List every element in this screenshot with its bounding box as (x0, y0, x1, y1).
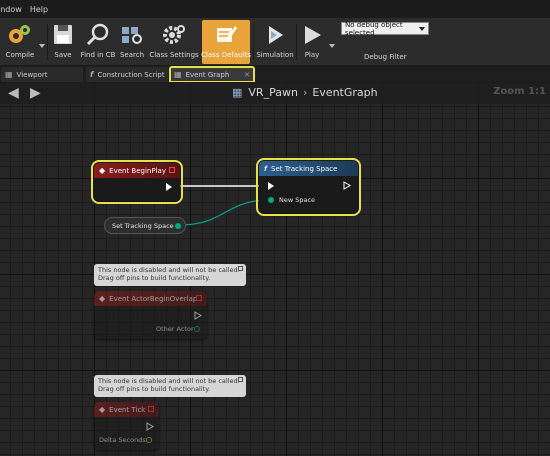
event-tick-header: ◆ Event Tick (94, 402, 159, 417)
find-in-cb-icon (85, 22, 111, 48)
class-defaults-label: Class Defaults (201, 51, 251, 59)
function-icon: f (264, 164, 268, 173)
event-icon: ◆ (99, 294, 106, 303)
play-button[interactable]: Play (300, 20, 324, 64)
debug-object-select[interactable]: No debug object selected (341, 20, 429, 37)
event-icon: ◆ (99, 166, 106, 175)
event-beginplay-header: ◆ Event BeginPlay (94, 163, 180, 178)
function-icon: f (90, 70, 94, 79)
simulation-button[interactable]: Simulation (256, 20, 294, 64)
toolbar-divider (47, 24, 48, 60)
menu-bar: indow Help (0, 0, 550, 18)
close-icon[interactable]: ✕ (244, 71, 250, 79)
toolbar-divider (296, 24, 297, 60)
compile-button[interactable]: Compile (2, 20, 38, 64)
delta-seconds-label: Delta Seconds (99, 436, 146, 444)
simulation-label: Simulation (256, 51, 294, 59)
chevron-down-icon (419, 27, 425, 31)
play-label: Play (304, 51, 320, 59)
set-tracking-space-header: f Set Tracking Space (259, 161, 358, 176)
set-tracking-space-title: Set Tracking Space (271, 164, 338, 173)
tab-viewport[interactable]: ▦ Viewport (1, 67, 83, 82)
wires (179, 185, 271, 226)
search-label: Search (119, 51, 145, 59)
delegate-icon (169, 167, 175, 173)
class-settings-label: Class Settings (149, 51, 199, 59)
save-button[interactable]: Save (50, 20, 76, 64)
new-space-pin[interactable] (268, 197, 274, 203)
event-icon: ◆ (99, 405, 106, 414)
set-tracking-space-node[interactable]: f Set Tracking Space New Space (256, 158, 361, 216)
delegate-icon (148, 406, 154, 412)
event-tick-node[interactable]: ◆ Event Tick Delta Seconds (94, 402, 159, 450)
tracking-space-getter[interactable]: Set Tracking Space (104, 217, 186, 234)
disabled-note-line-2: Drag off pins to build functionality. (98, 274, 211, 282)
exec-out-pin[interactable] (166, 183, 172, 191)
event-beginplay-node[interactable]: ◆ Event BeginPlay (91, 160, 183, 204)
exec-out-pin[interactable] (194, 311, 202, 320)
toolbar-divider (253, 24, 254, 60)
tab-viewport-label: Viewport (16, 70, 48, 79)
simulation-icon (262, 22, 288, 48)
editor-tabs: ▦ Viewport f Construction Script ▦ Event… (0, 66, 550, 83)
toolbar: Compile Save Find in CB Search Class Set… (0, 18, 550, 66)
save-icon (50, 22, 76, 48)
comment-toggle-icon[interactable] (238, 377, 243, 382)
compile-dropdown-icon[interactable] (39, 44, 45, 48)
event-actorbeginoverlap-header: ◆ Event ActorBeginOverlap (94, 291, 207, 306)
play-icon (299, 22, 325, 48)
new-space-label: New Space (279, 196, 316, 204)
search-icon (119, 22, 145, 48)
disabled-note-line-2: Drag off pins to build functionality. (98, 385, 211, 393)
compile-label: Compile (5, 51, 35, 59)
comment-toggle-icon[interactable] (238, 266, 243, 271)
debug-filter-label: Debug Filter (364, 53, 407, 61)
event-tick-title: Event Tick (109, 405, 146, 414)
class-defaults-button[interactable]: Class Defaults (201, 20, 251, 64)
delta-seconds-pin[interactable] (146, 437, 152, 443)
class-settings-button[interactable]: Class Settings (149, 20, 199, 64)
data-wire (179, 199, 271, 226)
menu-help[interactable]: Help (30, 5, 56, 14)
gear-icon (161, 22, 187, 48)
disabled-comment: This node is disabled and will not be ca… (94, 264, 246, 286)
exec-out-pin[interactable] (343, 181, 351, 190)
save-label: Save (54, 51, 72, 59)
disabled-comment: This node is disabled and will not be ca… (94, 375, 246, 397)
tab-construction-script[interactable]: f Construction Script (86, 67, 168, 82)
disabled-note-line-1: This node is disabled and will not be ca… (98, 377, 240, 385)
tracking-space-getter-label: Set Tracking Space (112, 221, 174, 230)
disabled-note-line-1: This node is disabled and will not be ca… (98, 266, 240, 274)
tab-event-graph[interactable]: ▦ Event Graph ✕ (169, 66, 255, 83)
event-actorbeginoverlap-node[interactable]: ◆ Event ActorBeginOverlap Other Actor (94, 291, 207, 339)
event-graph-icon: ▦ (174, 70, 182, 79)
debug-object-value: No debug object selected (345, 20, 403, 37)
other-actor-pin[interactable] (194, 326, 200, 332)
menu-window[interactable]: indow (0, 5, 30, 14)
find-in-cb-label: Find in CB (80, 51, 116, 59)
tab-event-graph-label: Event Graph (185, 70, 230, 79)
class-defaults-icon (213, 22, 239, 48)
event-beginplay-title: Event BeginPlay (109, 166, 166, 175)
other-actor-label: Other Actor (156, 325, 194, 333)
exec-in-pin[interactable] (268, 182, 274, 190)
play-dropdown-icon[interactable] (329, 44, 335, 48)
exec-out-pin[interactable] (146, 422, 154, 431)
tab-construction-script-label: Construction Script (97, 70, 165, 79)
delegate-icon (196, 295, 202, 301)
compile-icon (7, 22, 33, 48)
event-actorbeginoverlap-title: Event ActorBeginOverlap (109, 294, 198, 303)
search-button[interactable]: Search (119, 20, 145, 64)
find-in-cb-button[interactable]: Find in CB (80, 20, 116, 64)
viewport-icon: ▦ (5, 70, 13, 79)
event-graph-canvas[interactable]: ◀ ▶ ▦ VR_Pawn › EventGraph Zoom 1:1 ◆ Ev… (0, 82, 550, 456)
tracking-space-out-pin[interactable] (175, 223, 181, 229)
